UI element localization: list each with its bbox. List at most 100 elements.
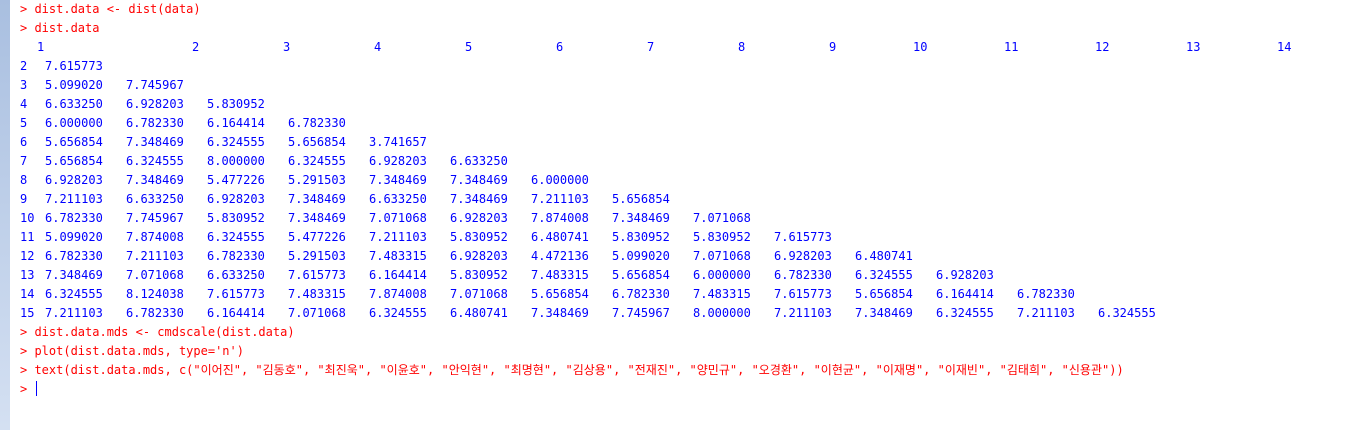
dist-value: 5.099020	[45, 78, 103, 92]
row-label: 8	[20, 173, 28, 187]
dist-value: 6.782330	[288, 116, 346, 130]
dist-value: 6.324555	[288, 154, 346, 168]
command-text: dist.data <- dist(data)	[34, 2, 201, 16]
column-header: 14	[1277, 40, 1292, 54]
dist-value: 7.348469	[288, 192, 346, 206]
dist-value: 6.000000	[531, 173, 589, 187]
command-line: > text(dist.data.mds, c("이어진", "김동호", "최…	[20, 361, 1124, 380]
dist-value: 7.745967	[612, 306, 670, 320]
dist-value: 7.071068	[693, 249, 751, 263]
dist-value: 6.782330	[126, 306, 184, 320]
dist-value: 6.480741	[531, 230, 589, 244]
column-header: 4	[374, 40, 382, 54]
dist-value: 5.830952	[693, 230, 751, 244]
dist-value: 5.099020	[45, 230, 103, 244]
column-header: 11	[1004, 40, 1019, 54]
dist-value: 6.633250	[126, 192, 184, 206]
dist-value: 7.071068	[450, 287, 508, 301]
row-label: 10	[20, 211, 35, 225]
dist-value: 6.928203	[207, 192, 265, 206]
dist-value: 7.348469	[126, 173, 184, 187]
prompt: >	[20, 2, 35, 16]
dist-value: 6.782330	[126, 116, 184, 130]
column-header: 9	[829, 40, 837, 54]
dist-value: 5.656854	[45, 135, 103, 149]
row-label: 4	[20, 97, 28, 111]
dist-value: 5.830952	[450, 230, 508, 244]
dist-value: 4.472136	[531, 249, 589, 263]
dist-value: 6.324555	[1098, 306, 1156, 320]
dist-value: 6.633250	[45, 97, 103, 111]
column-header: 2	[192, 40, 200, 54]
dist-value: 5.830952	[207, 211, 265, 225]
dist-value: 5.830952	[207, 97, 265, 111]
column-header: 3	[283, 40, 291, 54]
dist-value: 7.211103	[531, 192, 589, 206]
dist-value: 5.830952	[450, 268, 508, 282]
dist-value: 6.633250	[369, 192, 427, 206]
column-header: 7	[647, 40, 655, 54]
dist-value: 6.324555	[207, 230, 265, 244]
dist-value: 6.782330	[612, 287, 670, 301]
console-input-line[interactable]: >	[20, 380, 38, 399]
row-label: 11	[20, 230, 35, 244]
dist-value: 6.928203	[774, 249, 832, 263]
dist-value: 5.099020	[612, 249, 670, 263]
column-header: 6	[556, 40, 564, 54]
command-line: > dist.data <- dist(data)	[20, 0, 201, 19]
r-console[interactable]: > dist.data <- dist(data) > dist.data 1 2 3 4…	[0, 0, 1365, 430]
row-label: 3	[20, 78, 28, 92]
row-label: 5	[20, 116, 28, 130]
dist-value: 6.480741	[855, 249, 913, 263]
row-label: 6	[20, 135, 28, 149]
command-text: dist.data	[34, 21, 100, 35]
column-header: 8	[738, 40, 746, 54]
dist-value: 8.000000	[693, 306, 751, 320]
dist-value: 7.615773	[774, 230, 832, 244]
dist-value: 6.324555	[936, 306, 994, 320]
dist-value: 6.000000	[693, 268, 751, 282]
dist-value: 6.164414	[369, 268, 427, 282]
dist-value: 7.071068	[288, 306, 346, 320]
dist-value: 7.211103	[45, 192, 103, 206]
dist-value: 7.348469	[288, 211, 346, 225]
row-label: 14	[20, 287, 35, 301]
dist-value: 6.480741	[450, 306, 508, 320]
command-text: plot(dist.data.mds, type='n')	[34, 344, 244, 358]
dist-value: 5.656854	[855, 287, 913, 301]
dist-value: 6.164414	[936, 287, 994, 301]
dist-value: 6.928203	[45, 173, 103, 187]
dist-value: 6.928203	[450, 249, 508, 263]
command-text: text(dist.data.mds, c("이어진", "김동호", "최진욱…	[34, 363, 1124, 377]
dist-value: 5.656854	[531, 287, 589, 301]
dist-value: 7.211103	[126, 249, 184, 263]
prompt: >	[20, 325, 35, 339]
row-label: 12	[20, 249, 35, 263]
text-cursor	[36, 381, 38, 396]
dist-value: 6.324555	[369, 306, 427, 320]
dist-value: 7.874008	[369, 287, 427, 301]
dist-value: 6.782330	[45, 211, 103, 225]
row-label: 13	[20, 268, 35, 282]
dist-value: 7.211103	[774, 306, 832, 320]
dist-value: 7.211103	[1017, 306, 1075, 320]
column-header: 12	[1095, 40, 1110, 54]
dist-value: 6.324555	[126, 154, 184, 168]
dist-value: 6.324555	[45, 287, 103, 301]
dist-value: 7.483315	[369, 249, 427, 263]
column-header: 10	[913, 40, 928, 54]
dist-value: 6.324555	[855, 268, 913, 282]
dist-value: 6.782330	[45, 249, 103, 263]
dist-value: 6.633250	[207, 268, 265, 282]
dist-value: 7.211103	[369, 230, 427, 244]
dist-value: 7.745967	[126, 211, 184, 225]
prompt: >	[20, 21, 35, 35]
dist-value: 7.348469	[855, 306, 913, 320]
dist-value: 7.348469	[369, 173, 427, 187]
command-line: > dist.data.mds <- cmdscale(dist.data)	[20, 323, 295, 342]
console-left-bar	[0, 0, 10, 430]
dist-value: 6.782330	[774, 268, 832, 282]
dist-value: 5.656854	[612, 268, 670, 282]
dist-value: 5.656854	[612, 192, 670, 206]
column-header: 1	[37, 40, 45, 54]
